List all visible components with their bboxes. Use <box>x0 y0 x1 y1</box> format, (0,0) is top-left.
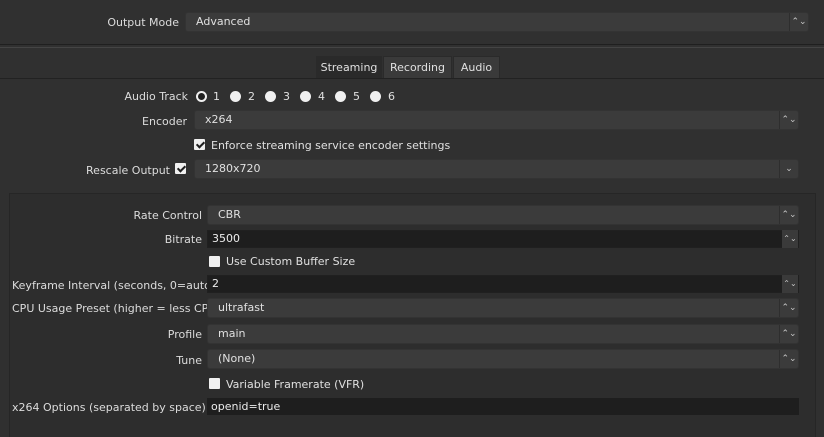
cpu-preset-select[interactable]: ultrafast ⌃⌄ <box>207 298 799 318</box>
encoder-value: x264 <box>205 113 233 126</box>
audio-track-label-2: 2 <box>248 90 255 103</box>
audio-track-radio-5[interactable] <box>335 91 346 102</box>
enforce-checkbox[interactable] <box>194 139 205 150</box>
updown-arrow-icon: ⌃⌄ <box>779 350 798 368</box>
profile-select[interactable]: main ⌃⌄ <box>207 324 799 344</box>
updown-arrow-icon: ⌃⌄ <box>789 13 808 31</box>
audio-track-label-5: 5 <box>353 90 360 103</box>
spin-arrows-icon[interactable]: ⌃⌄ <box>782 275 798 293</box>
audio-track-radio-3[interactable] <box>265 91 276 102</box>
chevron-down-icon: ⌄ <box>779 160 798 178</box>
cpu-preset-value: ultrafast <box>218 301 265 314</box>
keyframe-label: Keyframe Interval (seconds, 0=auto) <box>12 279 216 292</box>
x264-options-input[interactable]: openid=true <box>207 398 799 415</box>
custom-buffer-checkbox[interactable] <box>209 256 220 267</box>
cpu-preset-label: CPU Usage Preset (higher = less CPU) <box>12 302 221 315</box>
spin-arrows-icon[interactable]: ⌃⌄ <box>782 230 798 248</box>
audio-track-radio-4[interactable] <box>300 91 311 102</box>
output-mode-select[interactable]: Advanced ⌃⌄ <box>185 12 809 32</box>
rescale-checkbox[interactable] <box>175 163 186 174</box>
audio-track-radio-1[interactable] <box>196 91 207 102</box>
encoder-label: Encoder <box>142 115 187 128</box>
audio-track-label-4: 4 <box>318 90 325 103</box>
separator-dark <box>0 44 824 45</box>
updown-arrow-icon: ⌃⌄ <box>779 299 798 317</box>
audio-track-label-1: 1 <box>213 90 220 103</box>
tab-audio[interactable]: Audio <box>453 56 500 78</box>
audio-track-label-3: 3 <box>283 90 290 103</box>
rescale-select[interactable]: 1280x720 ⌄ <box>194 159 799 179</box>
tab-baseline <box>0 78 824 79</box>
rescale-label: Rescale Output <box>86 164 170 177</box>
rate-control-value: CBR <box>218 208 241 221</box>
audio-track-label: Audio Track <box>124 90 188 103</box>
output-mode-value: Advanced <box>196 15 251 28</box>
custom-buffer-label: Use Custom Buffer Size <box>226 255 356 268</box>
bitrate-label: Bitrate <box>164 233 202 246</box>
tune-select[interactable]: (None) ⌃⌄ <box>207 349 799 369</box>
updown-arrow-icon: ⌃⌄ <box>779 325 798 343</box>
keyframe-spinbox[interactable]: 2 ⌃⌄ <box>207 275 799 293</box>
audio-track-radio-2[interactable] <box>230 91 241 102</box>
profile-value: main <box>218 327 246 340</box>
tune-label: Tune <box>176 354 202 367</box>
vfr-label: Variable Framerate (VFR) <box>226 378 365 391</box>
audio-track-radio-6[interactable] <box>370 91 381 102</box>
tab-streaming[interactable]: Streaming <box>316 56 382 78</box>
enforce-label: Enforce streaming service encoder settin… <box>211 139 451 152</box>
audio-track-label-6: 6 <box>388 90 395 103</box>
output-mode-label: Output Mode <box>107 16 179 29</box>
x264-options-label: x264 Options (separated by space) <box>12 401 206 414</box>
encoder-select[interactable]: x264 ⌃⌄ <box>194 110 799 130</box>
tab-recording[interactable]: Recording <box>383 56 452 78</box>
bitrate-spinbox[interactable]: 3500 ⌃⌄ <box>207 230 799 248</box>
updown-arrow-icon: ⌃⌄ <box>779 206 798 224</box>
vfr-checkbox[interactable] <box>209 378 220 389</box>
separator-light <box>0 47 824 48</box>
x264-options-value: openid=true <box>211 400 281 413</box>
updown-arrow-icon: ⌃⌄ <box>779 111 798 129</box>
tune-value: (None) <box>218 352 256 365</box>
rate-control-select[interactable]: CBR ⌃⌄ <box>207 205 799 225</box>
rate-control-label: Rate Control <box>133 209 202 222</box>
rescale-value: 1280x720 <box>205 162 261 175</box>
profile-label: Profile <box>167 328 202 341</box>
bitrate-value: 3500 <box>212 232 240 245</box>
keyframe-value: 2 <box>212 277 219 290</box>
